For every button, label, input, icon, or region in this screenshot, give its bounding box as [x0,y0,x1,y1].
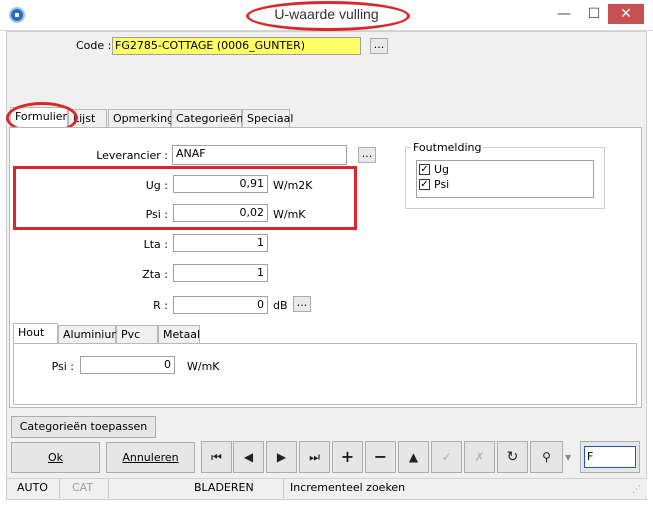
minimize-button[interactable]: — [550,4,578,24]
edit-up-icon[interactable]: ▲ [398,441,429,473]
leverancier-browse-button[interactable]: ... [358,147,376,163]
code-label: Code : [76,39,112,52]
status-search-mode: Incrementeel zoeken [290,481,406,494]
search-input[interactable]: F [584,446,636,468]
tab-aluminium[interactable]: Aluminium [58,325,122,344]
title-bar: U-waarde vulling — ☐ ✕ [0,0,653,31]
code-field[interactable]: FG2785-COTTAGE (0006_GUNTER) [112,37,361,55]
zta-label: Zta : [142,268,168,281]
resize-grip-icon[interactable]: ⋰ [632,484,644,496]
psi-checkbox[interactable]: ✓ [419,179,430,190]
first-record-icon[interactable]: ⏮ [201,441,232,473]
refresh-icon[interactable]: ↻ [497,441,528,473]
hout-psi-label: Psi : [51,360,74,373]
tab-speciaal[interactable]: Speciaal [242,109,293,128]
close-button[interactable]: ✕ [608,4,644,24]
tab-opmerking[interactable]: Opmerking [108,109,174,128]
psi-checkbox-label: Psi [434,178,450,191]
code-browse-button[interactable]: ... [370,38,388,54]
ug-checkbox[interactable]: ✓ [419,164,430,175]
ok-button[interactable]: Ok [11,442,100,473]
categorieen-toepassen-button[interactable]: Categorieën toepassen [11,416,156,438]
annuleren-button-label: Annuleren [122,451,179,464]
status-cat: CAT [72,481,94,494]
tab-pvc[interactable]: Pvc [116,325,158,344]
status-mode: BLADEREN [194,481,254,494]
next-record-icon[interactable]: ▶ [266,441,297,473]
leverancier-label: Leverancier : [96,149,168,162]
hout-psi-field[interactable]: 0 [80,356,175,374]
r-browse-button[interactable]: ... [293,296,311,312]
status-divider [108,479,109,498]
cancel-edit-icon[interactable]: ✗ [464,441,495,473]
add-record-icon[interactable]: + [332,441,363,473]
r-unit: dB [273,299,288,312]
maximize-button[interactable]: ☐ [580,4,608,24]
tab-hout[interactable]: Hout [13,323,58,344]
binoculars-search-icon[interactable]: ⚲ [530,441,563,473]
hout-panel [13,343,637,405]
confirm-icon[interactable]: ✓ [431,441,462,473]
last-record-icon[interactable]: ⏭ [299,441,330,473]
ug-checkbox-label: Ug [434,163,450,176]
delete-record-icon[interactable]: − [365,441,396,473]
status-divider [59,479,60,498]
search-dropdown-icon[interactable]: ▼ [565,453,571,462]
foutmelding-title: Foutmelding [411,141,484,154]
annuleren-button[interactable]: Annuleren [106,442,195,473]
lta-field[interactable]: 1 [173,234,268,252]
zta-field[interactable]: 1 [173,264,268,282]
tab-metaal[interactable]: Metaal [158,325,200,344]
previous-record-icon[interactable]: ◀ [233,441,264,473]
r-field[interactable]: 0 [173,296,268,314]
ug-psi-highlight-rect [13,166,357,230]
ok-button-label: Ok [47,451,64,464]
tab-categorieen[interactable]: Categorieën [171,109,243,128]
hout-psi-unit: W/mK [187,360,220,373]
status-auto: AUTO [17,481,48,494]
lta-label: Lta : [143,238,168,251]
leverancier-field[interactable]: ANAF [172,145,347,165]
r-label: R : [153,299,168,312]
title-highlight-ellipse [246,1,410,31]
status-divider [283,479,284,498]
